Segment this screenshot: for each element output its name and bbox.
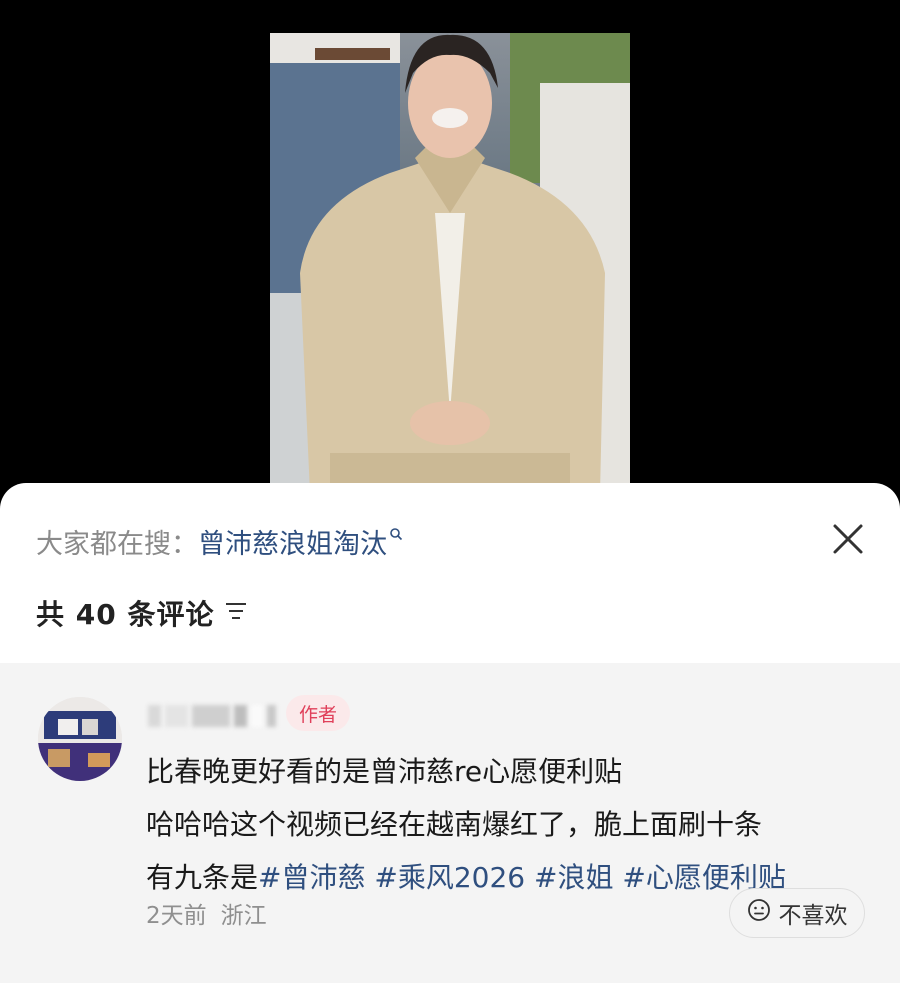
- search-icon[interactable]: [389, 526, 403, 545]
- close-icon[interactable]: [828, 519, 868, 559]
- username-blurred[interactable]: [148, 703, 276, 729]
- video-player[interactable]: [0, 0, 900, 500]
- comments-sheet: 大家都在搜： 曾沛慈浪姐淘汰 共 40 条评论 作者 比春晚更好看的是曾沛慈re…: [0, 483, 900, 983]
- neutral-face-icon: [747, 898, 771, 928]
- trending-search-prefix: 大家都在搜：: [36, 528, 198, 560]
- hashtag[interactable]: #乘风2026: [374, 861, 525, 894]
- comment-meta: 2天前 浙江: [146, 893, 267, 933]
- video-thumbnail-image: [270, 33, 630, 493]
- hashtag[interactable]: #浪姐: [534, 861, 613, 894]
- comments-count-row: 共 40 条评论: [36, 593, 248, 633]
- avatar[interactable]: [38, 697, 122, 781]
- comment-time: 2天前: [146, 903, 207, 929]
- comments-count: 共 40 条评论: [36, 598, 215, 631]
- video-frame[interactable]: [270, 33, 630, 493]
- comment-location: 浙江: [220, 903, 267, 929]
- comment-text: 比春晚更好看的是曾沛慈re心愿便利贴 哈哈哈这个视频已经在越南爆红了，脆上面刷十…: [146, 745, 866, 904]
- comment-item: 作者 比春晚更好看的是曾沛慈re心愿便利贴 哈哈哈这个视频已经在越南爆红了，脆上…: [0, 663, 900, 983]
- hashtag[interactable]: #曾沛慈: [258, 861, 365, 894]
- trending-search-link[interactable]: 曾沛慈浪姐淘汰: [198, 522, 387, 561]
- sort-icon[interactable]: [224, 600, 248, 626]
- trending-search: 大家都在搜： 曾沛慈浪姐淘汰: [36, 521, 403, 561]
- author-badge: 作者: [286, 695, 351, 731]
- dislike-label: 不喜欢: [778, 903, 848, 929]
- dislike-button[interactable]: 不喜欢: [729, 888, 865, 938]
